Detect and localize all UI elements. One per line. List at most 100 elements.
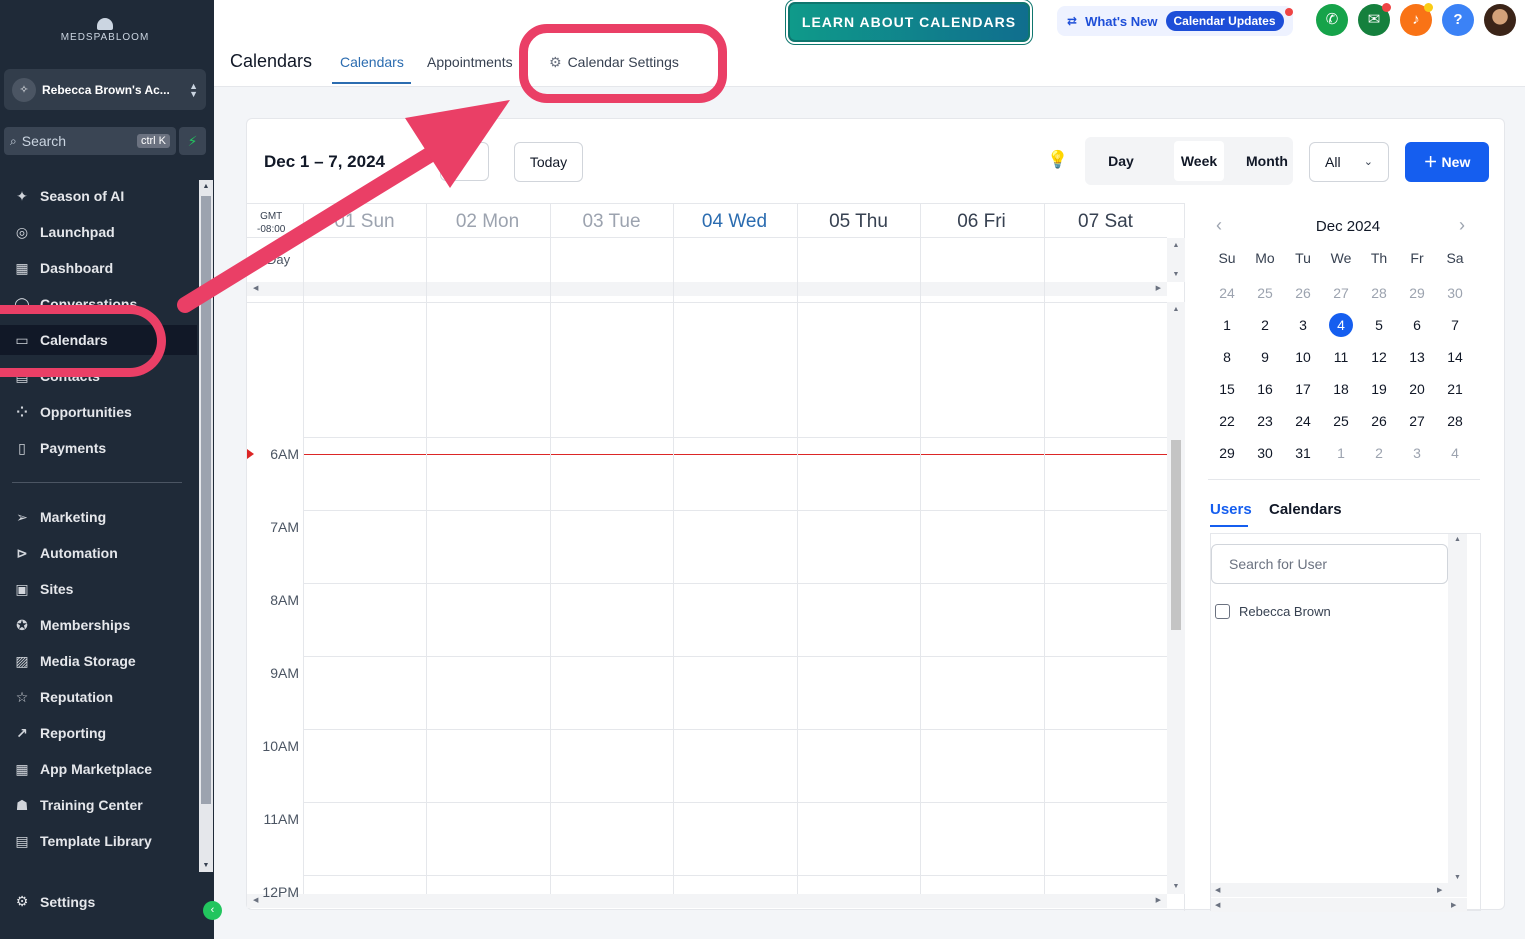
sidebar-scroll-thumb[interactable] [201, 196, 211, 804]
mini-calendar-day[interactable]: 13 [1398, 345, 1436, 369]
grid-vscrollbar[interactable]: ▲ ▼ [1167, 302, 1185, 894]
tab-calendars[interactable]: Calendars [340, 54, 404, 70]
lightbulb-icon[interactable]: 💡 [1047, 150, 1068, 170]
sidebar-item-template-library[interactable]: ▤ Template Library [12, 826, 198, 856]
sidebar-item-training-center[interactable]: ☗ Training Center [12, 790, 198, 820]
day-header[interactable]: 06 Fri [920, 211, 1043, 233]
user-avatar[interactable] [1484, 4, 1516, 36]
tab-users[interactable]: Users [1210, 501, 1252, 518]
collapse-sidebar-icon[interactable]: ‹ [203, 901, 222, 920]
user-list-hscrollbar[interactable]: ◀ ▶ [1211, 883, 1467, 897]
user-row[interactable]: Rebecca Brown [1215, 604, 1331, 619]
view-day-button[interactable]: Day [1089, 141, 1153, 181]
mini-calendar-day[interactable]: 2 [1246, 313, 1284, 337]
sidebar-item-opportunities[interactable]: ⁘ Opportunities [12, 397, 198, 427]
user-search-input[interactable]: Search for User [1211, 544, 1448, 584]
new-appointment-button[interactable]: ＋ New [1405, 142, 1489, 182]
mini-calendar-day[interactable]: 11 [1322, 345, 1360, 369]
user-list-hscrollbar-2[interactable]: ◀ ▶ [1211, 898, 1467, 912]
day-header[interactable]: 07 Sat [1044, 211, 1167, 233]
sidebar-scrollbar[interactable]: ▲ ▼ [199, 180, 213, 872]
mini-calendar-day[interactable]: 27 [1398, 409, 1436, 433]
calendar-updates-badge[interactable]: Calendar Updates [1165, 11, 1284, 31]
today-button[interactable]: Today [514, 142, 583, 182]
mini-calendar-day[interactable]: 19 [1360, 377, 1398, 401]
sidebar-item-reporting[interactable]: ↗ Reporting [12, 718, 198, 748]
allday-vscrollbar[interactable]: ▲ ▼ [1167, 238, 1185, 282]
user-checkbox[interactable] [1215, 604, 1230, 619]
calendar-filter-select[interactable]: All ⌄ [1309, 142, 1389, 182]
quick-action-bolt-icon[interactable]: ⚡ [179, 127, 206, 155]
mini-calendar-day[interactable]: 29 [1398, 281, 1436, 305]
mini-calendar-day[interactable]: 20 [1398, 377, 1436, 401]
mini-calendar-day[interactable]: 31 [1284, 441, 1322, 465]
mini-calendar-day[interactable]: 21 [1436, 377, 1474, 401]
sidebar-item-automation[interactable]: ⊳ Automation [12, 538, 198, 568]
view-week-button[interactable]: Week [1174, 141, 1224, 181]
phone-icon[interactable]: ✆ [1316, 4, 1348, 36]
mini-calendar-day[interactable]: 3 [1284, 313, 1322, 337]
mini-calendar-day[interactable]: 15 [1208, 377, 1246, 401]
mini-calendar-day[interactable]: 26 [1284, 281, 1322, 305]
sidebar-item-marketing[interactable]: ➢ Marketing [12, 502, 198, 532]
sidebar-item-sites[interactable]: ▣ Sites [12, 574, 198, 604]
mini-calendar-day[interactable]: 6 [1398, 313, 1436, 337]
mini-calendar-day[interactable]: 24 [1284, 409, 1322, 433]
mini-calendar-day[interactable]: 16 [1246, 377, 1284, 401]
mini-calendar-day[interactable]: 8 [1208, 345, 1246, 369]
mini-calendar-day[interactable]: 2 [1360, 441, 1398, 465]
mini-calendar-day[interactable]: 12 [1360, 345, 1398, 369]
day-header[interactable]: 05 Thu [797, 211, 920, 233]
day-header[interactable]: 02 Mon [426, 211, 549, 233]
grid-scroll-thumb[interactable] [1171, 440, 1181, 630]
sidebar-item-settings[interactable]: ⚙ Settings [12, 893, 96, 910]
next-month-icon[interactable]: › [1459, 215, 1465, 236]
sidebar-item-dashboard[interactable]: ▦ Dashboard [12, 253, 198, 283]
sidebar-item-memberships[interactable]: ✪ Memberships [12, 610, 198, 640]
bell-icon[interactable]: ♪ [1400, 3, 1433, 36]
sidebar-item-reputation[interactable]: ☆ Reputation [12, 682, 198, 712]
mini-calendar-day[interactable]: 1 [1322, 441, 1360, 465]
sidebar-item-app-marketplace[interactable]: ▦ App Marketplace [12, 754, 198, 784]
mini-calendar-day[interactable]: 1 [1208, 313, 1246, 337]
mini-calendar-day[interactable]: 22 [1208, 409, 1246, 433]
mini-calendar-day[interactable]: 7 [1436, 313, 1474, 337]
mini-calendar-day[interactable]: 23 [1246, 409, 1284, 433]
sidebar-item-season-of-ai[interactable]: ✦ Season of AI [12, 181, 198, 211]
whats-new-button[interactable]: ⇄ What's New Calendar Updates [1057, 6, 1293, 36]
help-icon[interactable]: ? [1442, 4, 1474, 36]
announcement-icon[interactable]: ✉ [1358, 3, 1391, 36]
sidebar-search[interactable]: ⌕ Search ctrl K [4, 127, 176, 155]
mini-calendar-day[interactable]: 30 [1246, 441, 1284, 465]
mini-calendar-day[interactable]: 25 [1322, 409, 1360, 433]
day-header[interactable]: 04 Wed [673, 211, 796, 233]
mini-calendar-day[interactable]: 9 [1246, 345, 1284, 369]
sidebar-item-media-storage[interactable]: ▨ Media Storage [12, 646, 198, 676]
next-week-button[interactable]: › [440, 142, 489, 181]
mini-calendar-day[interactable]: 17 [1284, 377, 1322, 401]
scroll-down-icon[interactable]: ▼ [199, 862, 213, 869]
scroll-up-icon[interactable]: ▲ [199, 183, 213, 190]
mini-calendar-day[interactable]: 5 [1360, 313, 1398, 337]
mini-calendar-day[interactable]: 27 [1322, 281, 1360, 305]
user-list-vscrollbar[interactable]: ▲ ▼ [1448, 534, 1467, 883]
mini-calendar-day[interactable]: 30 [1436, 281, 1474, 305]
grid-hscrollbar[interactable]: ◀ ▶ [247, 894, 1167, 908]
learn-about-calendars-button[interactable]: LEARN ABOUT CALENDARS [788, 2, 1030, 42]
mini-calendar-day[interactable]: 28 [1436, 409, 1474, 433]
sidebar-item-launchpad[interactable]: ◎ Launchpad [12, 217, 198, 247]
day-header[interactable]: 03 Tue [550, 211, 673, 233]
mini-calendar-day[interactable]: 28 [1360, 281, 1398, 305]
allday-hscrollbar[interactable]: ◀ ▶ [247, 282, 1167, 296]
mini-calendar-day[interactable]: 29 [1208, 441, 1246, 465]
mini-calendar-day[interactable]: 24 [1208, 281, 1246, 305]
mini-calendar-day[interactable]: 18 [1322, 377, 1360, 401]
mini-calendar-day[interactable]: 10 [1284, 345, 1322, 369]
day-header[interactable]: 01 Sun [303, 211, 426, 233]
account-switcher[interactable]: ✧ Rebecca Brown's Ac... ▲ ▼ [4, 69, 206, 110]
mini-calendar-day[interactable]: 25 [1246, 281, 1284, 305]
brand-logo[interactable]: MEDSPABLOOM [0, 18, 210, 43]
tab-panel-calendars[interactable]: Calendars [1269, 501, 1342, 518]
sidebar-item-payments[interactable]: ▯ Payments [12, 433, 198, 463]
mini-calendar-day[interactable]: 4 [1436, 441, 1474, 465]
